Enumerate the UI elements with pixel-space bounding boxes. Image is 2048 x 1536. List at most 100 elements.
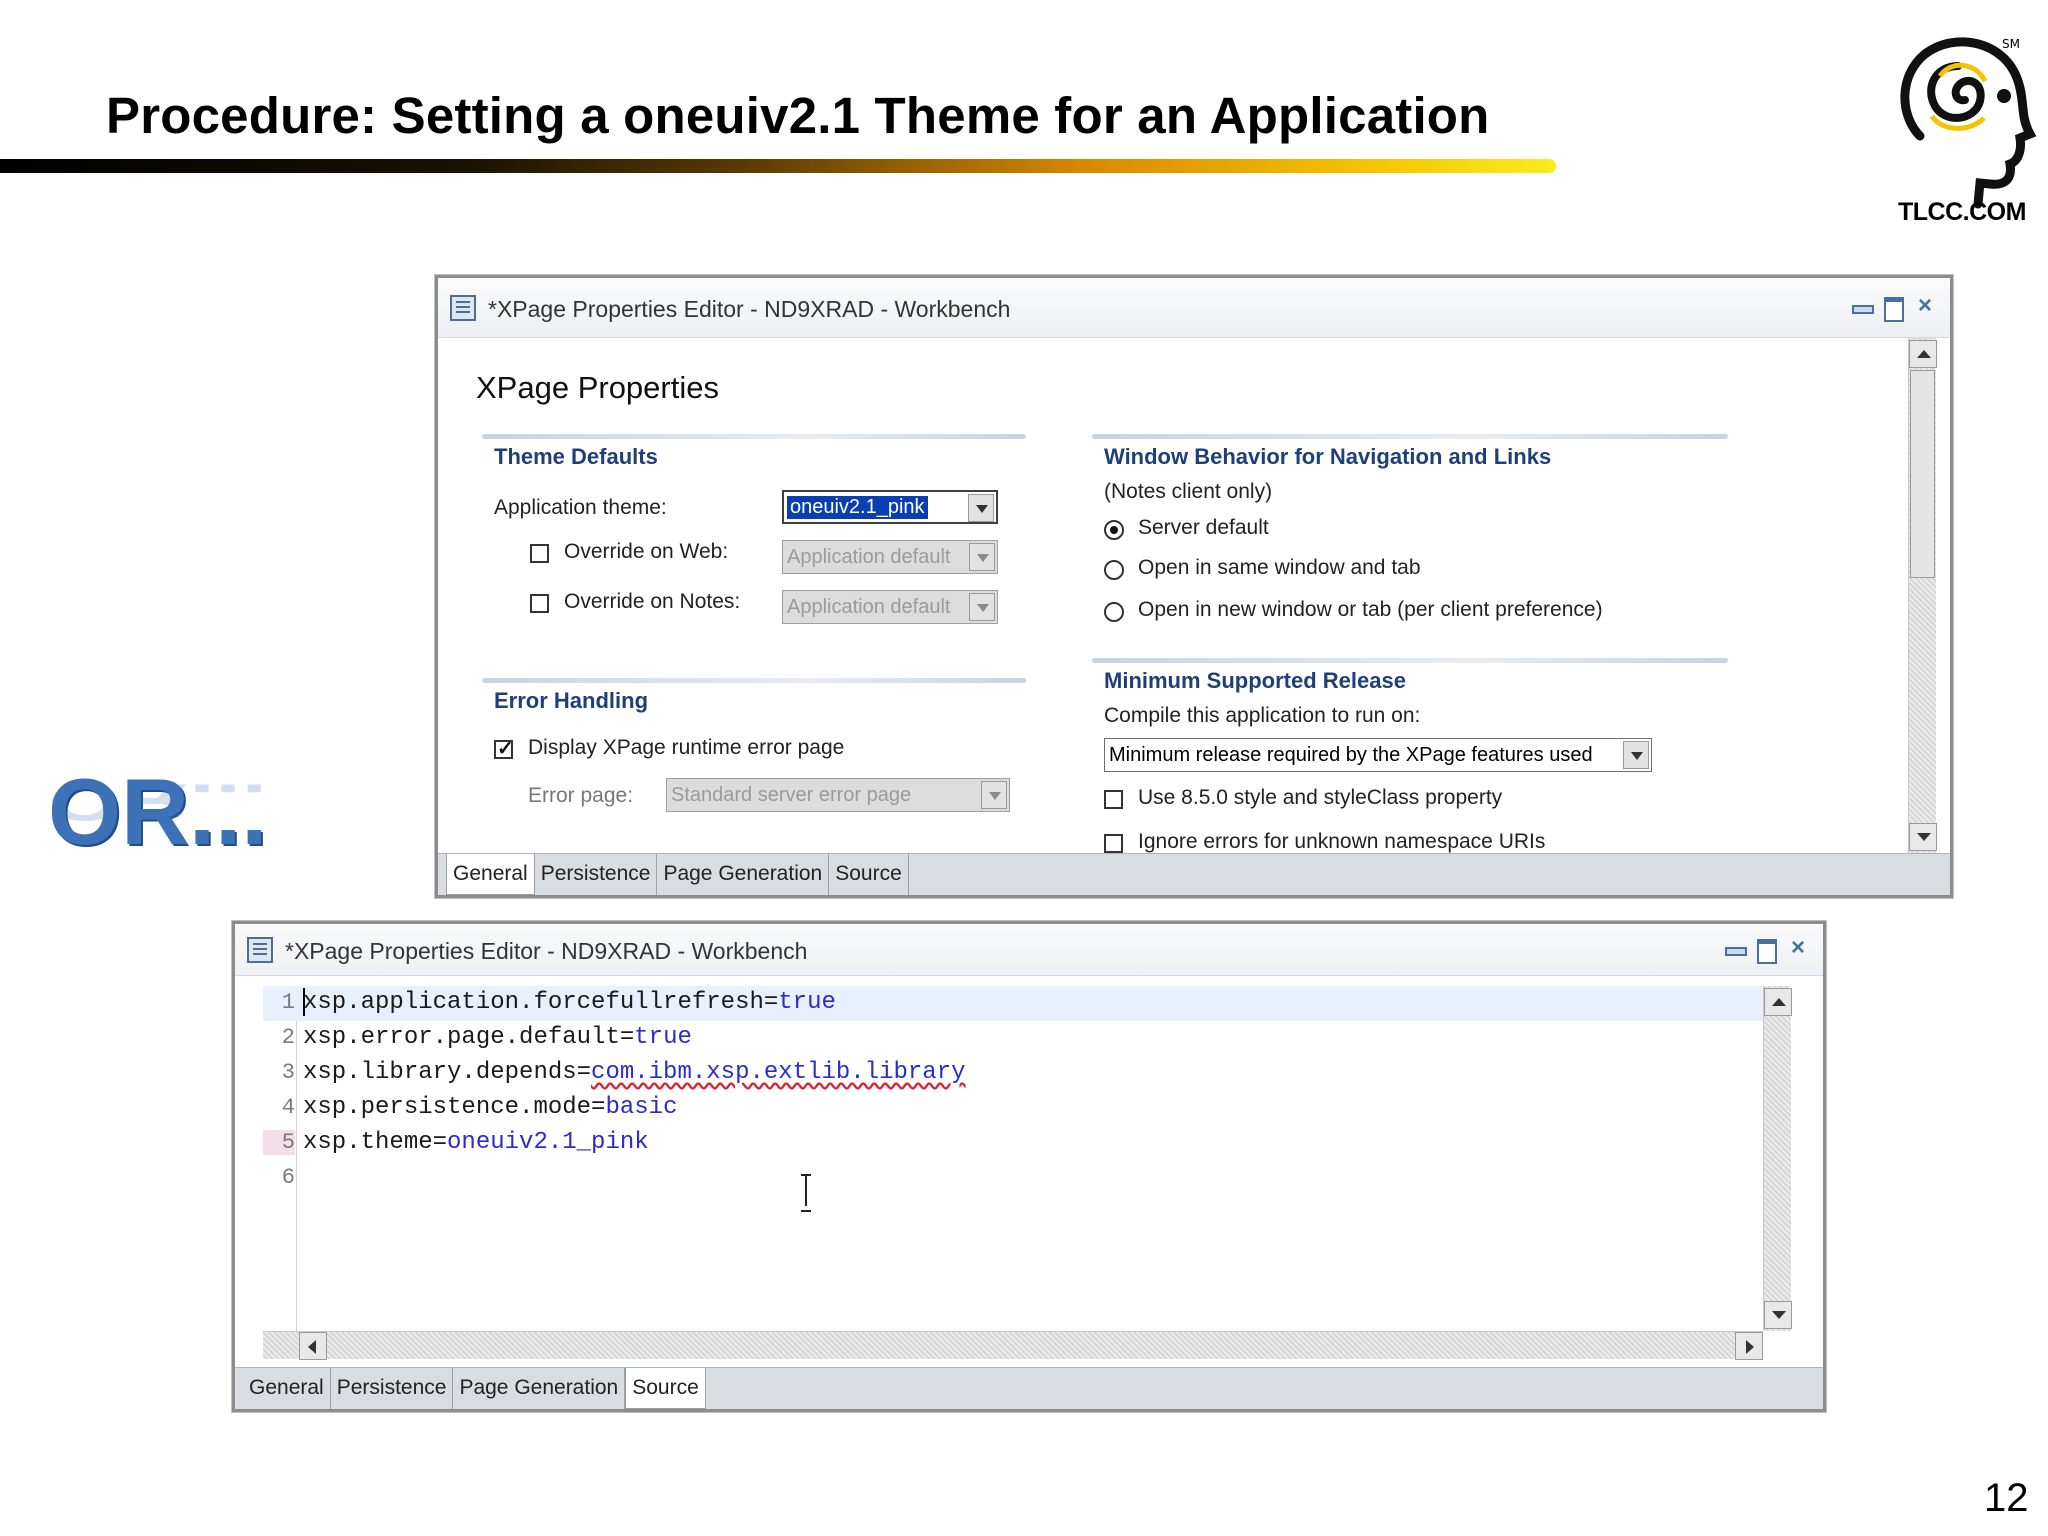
override-notes-label: Override on Notes: bbox=[564, 590, 741, 613]
error-page-label: Error page: bbox=[528, 784, 634, 807]
override-web-label: Override on Web: bbox=[564, 540, 729, 563]
tab-persistence[interactable]: Persistence bbox=[331, 1368, 454, 1409]
svg-text:SM: SM bbox=[2002, 37, 2020, 51]
or-label-reflection: OR... bbox=[48, 773, 268, 832]
scroll-up-icon[interactable] bbox=[1764, 988, 1792, 1016]
error-handling-section: Error Handling Display XPage runtime err… bbox=[482, 678, 1026, 828]
window-behavior-section: Window Behavior for Navigation and Links… bbox=[1092, 434, 1728, 634]
tab-persistence[interactable]: Persistence bbox=[535, 854, 658, 895]
radio-new-window[interactable] bbox=[1104, 602, 1124, 622]
property-value: com.ibm.xsp.extlib.library bbox=[591, 1059, 966, 1086]
chevron-down-icon[interactable] bbox=[968, 494, 994, 522]
tlcc-logo-icon: SM bbox=[1900, 37, 2037, 209]
maximize-icon[interactable] bbox=[1755, 937, 1777, 964]
code-line[interactable]: 4 xsp.persistence.mode=basic bbox=[263, 1091, 1763, 1126]
titlebar[interactable]: *XPage Properties Editor - ND9XRAD - Wor… bbox=[438, 278, 1950, 338]
code-line[interactable]: 6 bbox=[263, 1161, 1763, 1196]
scroll-down-icon[interactable] bbox=[1764, 1301, 1792, 1329]
properties-panel: XPage Properties Theme Defaults Applicat… bbox=[438, 338, 1950, 853]
source-editor[interactable]: 1 xsp.application.forcefullrefresh=true … bbox=[263, 986, 1763, 1331]
code-line[interactable]: 2 xsp.error.page.default=true bbox=[263, 1021, 1763, 1056]
section-heading: Theme Defaults bbox=[494, 444, 658, 469]
minimize-icon[interactable] bbox=[1850, 295, 1874, 317]
line-number: 5 bbox=[263, 1130, 295, 1155]
tab-source[interactable]: Source bbox=[829, 854, 909, 895]
radio-server-default[interactable] bbox=[1104, 520, 1124, 540]
override-notes-checkbox[interactable] bbox=[530, 594, 549, 613]
property-key: xsp.theme= bbox=[303, 1129, 448, 1156]
vertical-scrollbar[interactable] bbox=[1908, 338, 1937, 853]
chevron-down-icon bbox=[969, 543, 995, 571]
override-web-select: Application default bbox=[782, 540, 998, 574]
tab-page-generation[interactable]: Page Generation bbox=[657, 854, 830, 895]
theme-defaults-section: Theme Defaults Application theme: oneuiv… bbox=[482, 434, 1026, 634]
style-property-label: Use 8.5.0 style and styleClass property bbox=[1138, 786, 1503, 809]
app-theme-label: Application theme: bbox=[494, 496, 667, 519]
tab-general[interactable]: General bbox=[446, 854, 535, 895]
error-page-select: Standard server error page bbox=[666, 778, 1010, 812]
override-web-checkbox[interactable] bbox=[530, 544, 549, 563]
chevron-down-icon bbox=[969, 593, 995, 621]
text-cursor-icon bbox=[801, 1174, 811, 1212]
section-divider bbox=[1092, 434, 1728, 439]
property-key: xsp.application.forcefullrefresh= bbox=[303, 989, 779, 1016]
property-value: true bbox=[634, 1024, 692, 1051]
close-icon[interactable]: × bbox=[1914, 294, 1936, 318]
window-title: *XPage Properties Editor - ND9XRAD - Wor… bbox=[488, 296, 1011, 322]
override-notes-value: Application default bbox=[787, 596, 951, 618]
line-number: 6 bbox=[281, 1165, 295, 1190]
ignore-namespace-checkbox[interactable] bbox=[1104, 834, 1123, 853]
display-error-label: Display XPage runtime error page bbox=[528, 736, 845, 759]
code-line[interactable]: 3 xsp.library.depends=com.ibm.xsp.extlib… bbox=[263, 1056, 1763, 1091]
property-key: xsp.library.depends= bbox=[303, 1059, 592, 1086]
slide-number: 12 bbox=[1984, 1476, 2029, 1520]
line-number: 2 bbox=[281, 1025, 295, 1050]
scroll-left-icon[interactable] bbox=[299, 1332, 327, 1360]
line-number: 1 bbox=[281, 990, 295, 1015]
logo-caption: TLCC.COM bbox=[1898, 198, 2026, 226]
code-line[interactable]: 1 xsp.application.forcefullrefresh=true bbox=[263, 986, 1763, 1021]
chevron-down-icon[interactable] bbox=[1623, 741, 1649, 769]
section-heading: Window Behavior for Navigation and Links bbox=[1104, 444, 1552, 469]
style-property-checkbox[interactable] bbox=[1104, 790, 1123, 809]
editor-icon bbox=[247, 937, 273, 963]
editor-tabs: General Persistence Page Generation Sour… bbox=[438, 853, 1950, 895]
min-release-section: Minimum Supported Release Compile this a… bbox=[1092, 658, 1728, 853]
application-theme-value: oneuiv2.1_pink bbox=[787, 496, 928, 519]
close-icon[interactable]: × bbox=[1787, 936, 1809, 960]
section-divider bbox=[482, 434, 1026, 439]
horizontal-scrollbar[interactable] bbox=[263, 1331, 1763, 1360]
editor-icon bbox=[450, 295, 476, 321]
title-divider bbox=[0, 159, 1556, 173]
scroll-thumb[interactable] bbox=[1910, 370, 1935, 578]
properties-editor-window-general: *XPage Properties Editor - ND9XRAD - Wor… bbox=[435, 275, 1953, 898]
editor-tabs: General Persistence Page Generation Sour… bbox=[235, 1367, 1823, 1409]
display-error-checkbox[interactable] bbox=[494, 736, 514, 761]
compile-release-value: Minimum release required by the XPage fe… bbox=[1109, 744, 1593, 766]
section-heading: Minimum Supported Release bbox=[1104, 668, 1406, 693]
minimize-icon[interactable] bbox=[1723, 937, 1747, 959]
code-line[interactable]: 5 xsp.theme=oneuiv2.1_pink bbox=[263, 1126, 1763, 1161]
slide-title: Procedure: Setting a oneuiv2.1 Theme for… bbox=[106, 87, 1490, 144]
radio-label: Server default bbox=[1138, 516, 1269, 539]
scroll-down-icon[interactable] bbox=[1909, 823, 1937, 851]
scroll-right-icon[interactable] bbox=[1735, 1332, 1763, 1360]
property-value: true bbox=[778, 989, 836, 1016]
tab-page-generation[interactable]: Page Generation bbox=[453, 1368, 626, 1409]
notes-client-note: (Notes client only) bbox=[1104, 480, 1273, 503]
property-value: oneuiv2.1_pink bbox=[447, 1129, 649, 1156]
compile-release-select[interactable]: Minimum release required by the XPage fe… bbox=[1104, 738, 1652, 772]
vertical-scrollbar[interactable] bbox=[1763, 986, 1792, 1331]
property-value: basic bbox=[605, 1094, 678, 1121]
application-theme-select[interactable]: oneuiv2.1_pink bbox=[782, 490, 998, 524]
page-title: XPage Properties bbox=[476, 370, 719, 405]
radio-same-window[interactable] bbox=[1104, 560, 1124, 580]
titlebar[interactable]: *XPage Properties Editor - ND9XRAD - Wor… bbox=[235, 924, 1823, 976]
tab-source[interactable]: Source bbox=[625, 1368, 706, 1409]
override-web-value: Application default bbox=[787, 546, 951, 568]
maximize-icon[interactable] bbox=[1882, 295, 1904, 322]
tab-general[interactable]: General bbox=[243, 1368, 331, 1409]
scroll-up-icon[interactable] bbox=[1909, 340, 1937, 368]
chevron-down-icon bbox=[981, 781, 1007, 809]
radio-label: Open in same window and tab bbox=[1138, 556, 1421, 579]
